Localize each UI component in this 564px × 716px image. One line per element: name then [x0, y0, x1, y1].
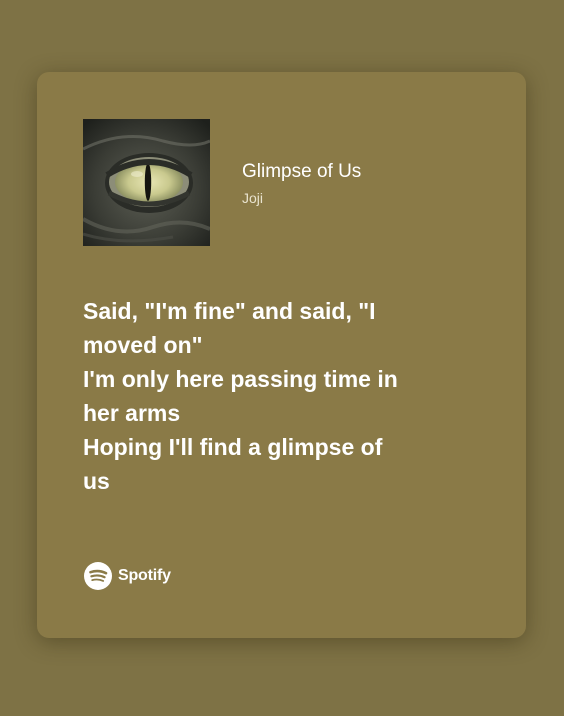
lyric-line: I'm only here passing time in: [83, 366, 398, 392]
lyrics-share-card: Glimpse of Us Joji Said, "I'm fine" and …: [37, 72, 526, 638]
spotify-logo-icon: [84, 562, 112, 590]
track-artist[interactable]: Joji: [242, 190, 263, 206]
crocodile-eye-icon: [83, 119, 210, 246]
track-title[interactable]: Glimpse of Us: [242, 161, 361, 183]
lyric-line: moved on": [83, 332, 203, 358]
album-art[interactable]: [83, 119, 210, 246]
spotify-brand[interactable]: Spotify: [83, 561, 171, 591]
lyric-line: Hoping I'll find a glimpse of: [83, 434, 383, 460]
lyric-line: her arms: [83, 400, 181, 426]
lyric-line: us: [83, 468, 110, 494]
lyric-line: Said, "I'm fine" and said, "I: [83, 298, 376, 324]
spotify-wordmark: Spotify: [118, 567, 171, 584]
lyrics-block: Said, "I'm fine" and said, "I moved on" …: [83, 294, 483, 498]
